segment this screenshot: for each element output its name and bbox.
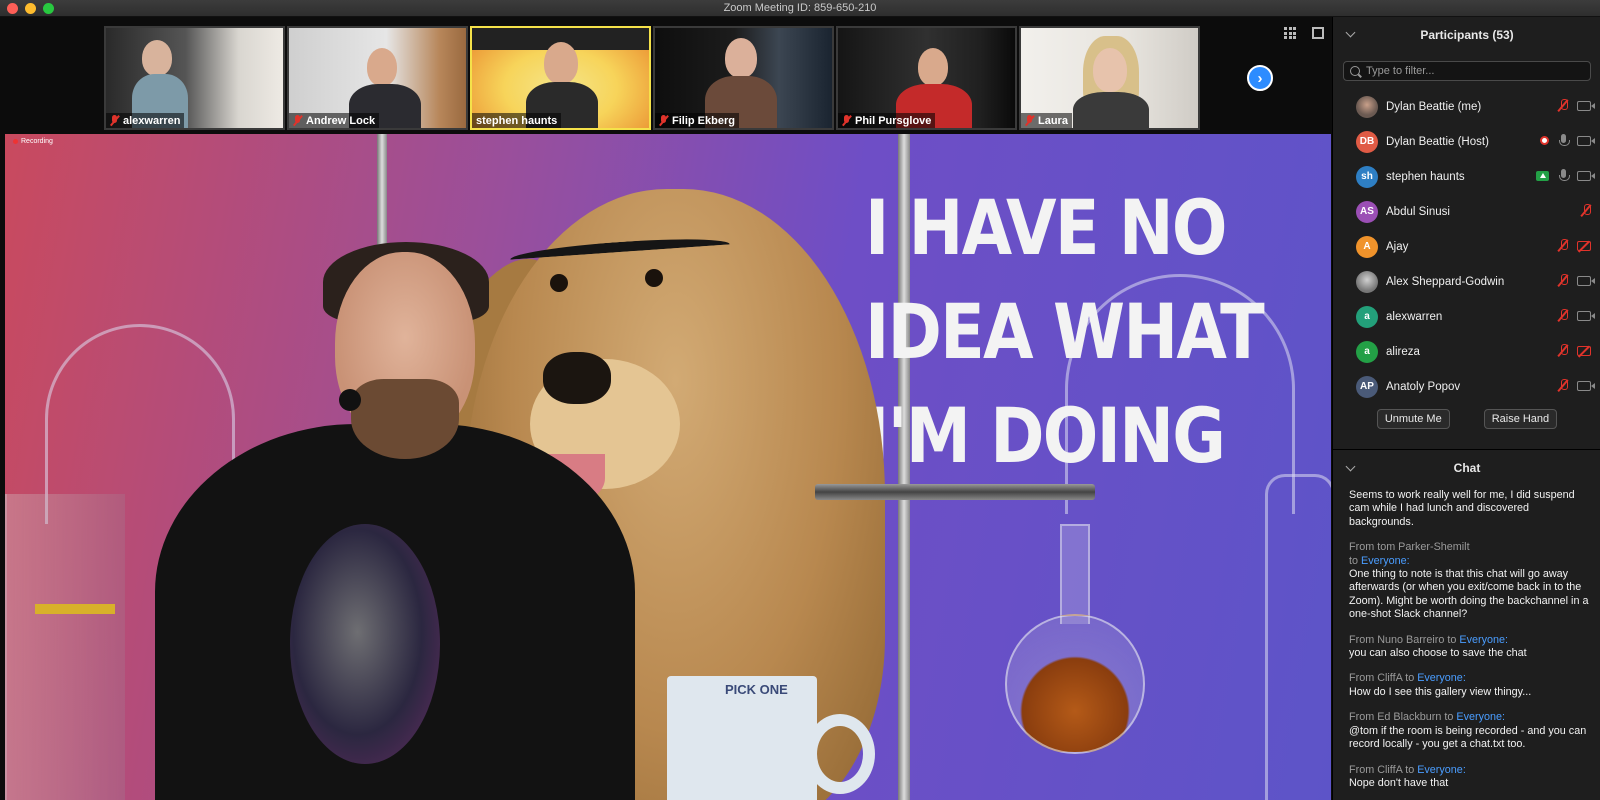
mic-muted-icon[interactable] — [1558, 274, 1568, 287]
round-flask — [1005, 614, 1145, 754]
chat-message: From CliffA to Everyone: How do I see th… — [1349, 672, 1532, 698]
title-bar: Zoom Meeting ID: 859-650-210 — [0, 0, 1600, 17]
participant-filter-input[interactable] — [1366, 65, 1586, 77]
tile-name-label: stephen haunts — [472, 113, 562, 128]
participant-row[interactable]: sh stephen haunts — [1333, 159, 1600, 194]
yellow-clamp — [35, 604, 115, 614]
chevron-down-icon[interactable] — [1345, 461, 1356, 472]
participant-row[interactable]: a alireza — [1333, 334, 1600, 369]
participant-row[interactable]: A Ajay — [1333, 229, 1600, 264]
camera-icon[interactable] — [1577, 135, 1595, 146]
active-speaker-video: Recording I HAVE NO IDEA WHAT I'M DOING … — [5, 134, 1331, 800]
mic-muted-icon[interactable] — [1581, 204, 1591, 217]
mug-label: PICK ONE — [725, 682, 788, 697]
avatar — [1356, 95, 1378, 118]
tile-name-label: Andrew Lock — [289, 113, 380, 128]
dog-eye — [645, 269, 663, 287]
participant-row[interactable]: DB Dylan Beattie (Host) — [1333, 124, 1600, 159]
video-tile-phil-pursglove[interactable]: Phil Pursglove — [836, 26, 1017, 130]
camera-icon[interactable] — [1577, 275, 1595, 286]
meeting-area: alexwarren Andrew Lock stephen haunts Fi… — [0, 17, 1332, 800]
avatar: AS — [1356, 200, 1378, 223]
headset-mic — [339, 389, 361, 411]
participants-header: Participants (53) — [1333, 17, 1600, 53]
avatar: a — [1356, 340, 1378, 363]
avatar: A — [1356, 235, 1378, 258]
next-page-button[interactable]: › — [1247, 65, 1273, 91]
avatar: AP — [1356, 375, 1378, 398]
mic-muted-icon[interactable] — [1558, 344, 1568, 357]
glass-cylinder — [1265, 474, 1331, 800]
unmute-me-button[interactable]: Unmute Me — [1376, 409, 1450, 429]
dog-eye — [550, 274, 568, 292]
avatar: sh — [1356, 165, 1378, 188]
avatar: DB — [1356, 130, 1378, 153]
camera-icon[interactable] — [1577, 100, 1595, 111]
camera-icon[interactable] — [1577, 170, 1595, 181]
participant-row[interactable]: a alexwarren — [1333, 299, 1600, 334]
participant-list: Dylan Beattie (me) DB Dylan Beattie (Hos… — [1333, 89, 1600, 404]
participant-row[interactable]: Dylan Beattie (me) — [1333, 89, 1600, 124]
avatar — [1356, 270, 1378, 293]
chat-message: From Nuno Barreiro to Everyone: you can … — [1349, 633, 1527, 660]
chat-message: From Ed Blackburn to Everyone: @tom if t… — [1349, 711, 1587, 751]
chat-messages[interactable]: Seems to work really well for me, I did … — [1349, 489, 1593, 800]
recording-indicator: Recording — [13, 138, 53, 145]
graduated-cylinder — [5, 494, 125, 800]
video-tile-andrew-lock[interactable]: Andrew Lock — [287, 26, 468, 130]
chat-message: Seems to work really well for me, I did … — [1349, 489, 1575, 528]
chevron-right-icon: › — [1257, 69, 1263, 87]
avatar: a — [1356, 305, 1378, 328]
chat-message: From CliffA to Everyone: Nope don't have… — [1349, 763, 1466, 789]
mic-muted-icon — [842, 115, 851, 126]
tile-name-label: Filip Ekberg — [655, 113, 739, 128]
participant-row[interactable]: AS Abdul Sinusi — [1333, 194, 1600, 229]
video-tile-filip-ekberg[interactable]: Filip Ekberg — [653, 26, 834, 130]
chevron-down-icon[interactable] — [1345, 27, 1356, 38]
tile-name-label: alexwarren — [106, 113, 185, 128]
mic-muted-icon[interactable] — [1558, 99, 1568, 112]
window-title: Zoom Meeting ID: 859-650-210 — [723, 2, 877, 14]
video-tile-laura[interactable]: Laura — [1019, 26, 1200, 130]
participant-filter[interactable] — [1343, 61, 1591, 81]
chat-message: From tom Parker-Shemilt to Everyone: One… — [1349, 541, 1589, 621]
shirt-print — [290, 524, 440, 764]
mic-muted-icon — [659, 115, 668, 126]
mic-muted-icon — [110, 115, 119, 126]
mic-muted-icon[interactable] — [1558, 239, 1568, 252]
presenter-beard — [351, 379, 459, 459]
camera-icon[interactable] — [1577, 380, 1595, 391]
search-icon — [1350, 66, 1360, 76]
chat-header: Chat — [1333, 450, 1600, 485]
participant-row[interactable]: AP Anatoly Popov — [1333, 369, 1600, 404]
camera-icon[interactable] — [1577, 310, 1595, 321]
screen-share-icon — [1536, 170, 1549, 181]
raise-hand-button[interactable]: Raise Hand — [1483, 409, 1558, 429]
participant-actions: Unmute Me Raise Hand — [1333, 409, 1600, 437]
mic-muted-icon — [1025, 115, 1034, 126]
camera-off-icon[interactable] — [1577, 240, 1591, 251]
dog-nose — [543, 352, 611, 404]
tile-name-label: Laura — [1021, 113, 1072, 128]
fullscreen-icon[interactable] — [1312, 27, 1324, 39]
lab-clamp — [815, 484, 1095, 500]
meme-caption: I HAVE NO IDEA WHAT I'M DOING — [865, 183, 1265, 480]
mic-icon[interactable] — [1558, 134, 1570, 147]
camera-off-icon[interactable] — [1577, 345, 1591, 356]
grid-view-icon[interactable] — [1284, 27, 1296, 39]
flask-neck — [1060, 524, 1090, 624]
video-tile-alexwarren[interactable]: alexwarren — [104, 26, 285, 130]
mic-muted-icon[interactable] — [1558, 379, 1568, 392]
participant-row[interactable]: Alex Sheppard-Godwin — [1333, 264, 1600, 299]
mic-icon[interactable] — [1558, 169, 1570, 182]
tile-name-label: Phil Pursglove — [838, 113, 936, 128]
recording-icon — [1540, 136, 1549, 145]
video-tile-stephen-haunts[interactable]: stephen haunts — [470, 26, 651, 130]
gallery-strip: alexwarren Andrew Lock stephen haunts Fi… — [104, 26, 1228, 134]
mic-muted-icon[interactable] — [1558, 309, 1568, 322]
mic-muted-icon — [293, 115, 302, 126]
side-panel: Participants (53) Dylan Beattie (me) DB … — [1332, 17, 1600, 800]
